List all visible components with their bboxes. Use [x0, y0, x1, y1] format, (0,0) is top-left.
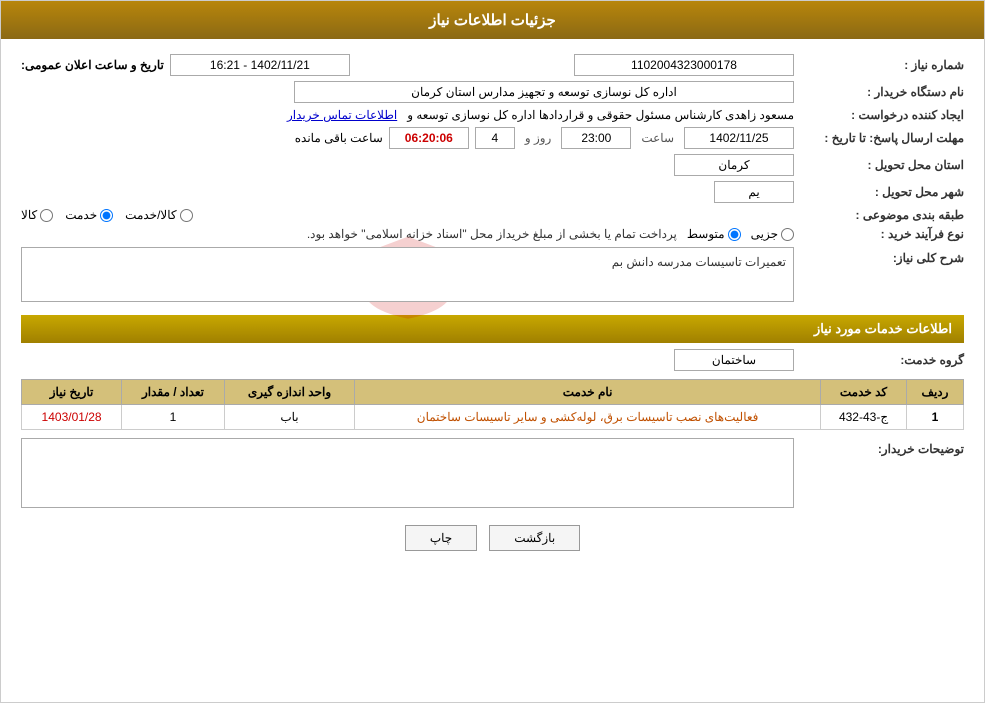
radio-khedmat-text: خدمت	[65, 208, 97, 222]
radio-kala-label[interactable]: کالا	[21, 208, 53, 222]
ostan-value-wrapper: کرمان	[21, 154, 794, 176]
radio-kala-khedmat[interactable]	[180, 209, 193, 222]
nooe-farayand-row: نوع فرآیند خرید : جزیی متوسط پرداخت تمام…	[21, 227, 964, 241]
nam-dastgah-row: نام دستگاه خریدار : اداره کل نوسازی توسع…	[21, 81, 964, 103]
section-khadamat-header: اطلاعات خدمات مورد نیاز	[21, 315, 964, 343]
cell-kod: ج-43-432	[821, 405, 907, 430]
sharh-content: Ana Tender تعمیرات تاسیسات مدرسه دانش بم	[21, 247, 794, 305]
radio-jazzi-text: جزیی	[751, 227, 778, 241]
mohlet-time: 23:00	[561, 127, 631, 149]
radio-khedmat-label[interactable]: خدمت	[65, 208, 113, 222]
announce-row: تاریخ و ساعت اعلان عمومی: 1402/11/21 - 1…	[21, 54, 388, 76]
ostan-row: استان محل تحویل : کرمان	[21, 154, 964, 176]
table-row: 1 ج-43-432 فعالیت‌های نصب تاسیسات برق، ل…	[22, 405, 964, 430]
sharh-value-overlay: تعمیرات تاسیسات مدرسه دانش بم	[612, 255, 786, 269]
grooh-value: ساختمان	[674, 349, 794, 371]
radio-khedmat[interactable]	[100, 209, 113, 222]
col-vahed: واحد اندازه گیری	[224, 380, 354, 405]
radio-motovaset[interactable]	[728, 228, 741, 241]
cell-tedad: 1	[122, 405, 225, 430]
col-radif: ردیف	[906, 380, 963, 405]
mohlet-rooz: 4	[475, 127, 515, 149]
tawzih-content	[21, 438, 794, 511]
shahr-label: شهر محل تحویل :	[794, 185, 964, 199]
col-tedad: تعداد / مقدار	[122, 380, 225, 405]
header-title: جزئیات اطلاعات نیاز	[429, 12, 556, 29]
tabaqe-label: طبقه بندی موضوعی :	[794, 208, 964, 222]
col-name: نام خدمت	[355, 380, 821, 405]
mohlet-row: مهلت ارسال پاسخ: تا تاریخ : 1402/11/25 س…	[21, 127, 964, 149]
button-row: بازگشت چاپ	[21, 525, 964, 551]
mohlet-date: 1402/11/25	[684, 127, 794, 149]
tabaqe-radios: کالا خدمت کالا/خدمت	[21, 208, 794, 222]
radio-kala-khedmat-text: کالا/خدمت	[125, 208, 176, 222]
tabaqe-row: طبقه بندی موضوعی : کالا خدمت کالا/خدمت	[21, 208, 964, 222]
ostan-value: کرمان	[674, 154, 794, 176]
tabaqe-radio-group: کالا خدمت کالا/خدمت	[21, 208, 794, 222]
ijad-konande-link[interactable]: اطلاعات تماس خریدار	[287, 108, 397, 122]
shomara-value: 1102004323000178	[574, 54, 794, 76]
ijad-konande-label: ایجاد کننده درخواست :	[794, 108, 964, 122]
ijad-konande-row: ایجاد کننده درخواست : مسعود زاهدی کارشنا…	[21, 108, 964, 122]
grooh-value-wrapper: ساختمان	[21, 349, 794, 371]
shomara-value-wrapper: 1102004323000178	[428, 54, 795, 76]
nam-dastgah-value: اداره کل نوسازی توسعه و تجهیز مدارس استا…	[294, 81, 794, 103]
main-content: شماره نیاز : 1102004323000178 تاریخ و سا…	[1, 39, 984, 576]
grooh-row: گروه خدمت: ساختمان	[21, 349, 964, 371]
shomara-row: شماره نیاز : 1102004323000178 تاریخ و سا…	[21, 54, 964, 76]
mohlet-rooz-label: روز و	[525, 131, 552, 145]
radio-kala-text: کالا	[21, 208, 37, 222]
page-container: جزئیات اطلاعات نیاز شماره نیاز : 1102004…	[0, 0, 985, 703]
tarikhe-elam-value: 1402/11/21 - 16:21	[170, 54, 350, 76]
tawzih-section: توضیحات خریدار:	[21, 438, 964, 511]
mohlet-value-wrapper: 1402/11/25 ساعت 23:00 روز و 4 06:20:06 س…	[21, 127, 794, 149]
nam-dastgah-value-wrapper: اداره کل نوسازی توسعه و تجهیز مدارس استا…	[21, 81, 794, 103]
mohlet-countdown: 06:20:06	[389, 127, 469, 149]
shahr-value: یم	[714, 181, 794, 203]
service-table: ردیف کد خدمت نام خدمت واحد اندازه گیری ت…	[21, 379, 964, 430]
tarikhe-elam-label: تاریخ و ساعت اعلان عمومی:	[21, 58, 164, 72]
radio-jazzi-label[interactable]: جزیی	[751, 227, 794, 241]
mohlet-remaining: ساعت باقی مانده	[295, 131, 383, 145]
ijad-konande-value-wrapper: مسعود زاهدی کارشناس مسئول حقوقی و قراردا…	[21, 108, 794, 122]
ijad-konande-value: مسعود زاهدی کارشناس مسئول حقوقی و قراردا…	[407, 108, 794, 122]
grooh-label: گروه خدمت:	[794, 353, 964, 367]
nam-dastgah-label: نام دستگاه خریدار :	[794, 85, 964, 99]
cell-radif: 1	[906, 405, 963, 430]
col-tarikh: تاریخ نیاز	[22, 380, 122, 405]
section-khadamat-title: اطلاعات خدمات مورد نیاز	[814, 321, 952, 336]
ostan-label: استان محل تحویل :	[794, 158, 964, 172]
shahr-row: شهر محل تحویل : یم	[21, 181, 964, 203]
nooe-farayand-label: نوع فرآیند خرید :	[794, 227, 964, 241]
sharh-section: شرح کلی نیاز: Ana Tender تعمیرات تاسیسات…	[21, 247, 964, 305]
radio-jazzi[interactable]	[781, 228, 794, 241]
print-button[interactable]: چاپ	[405, 525, 477, 551]
radio-motovaset-label[interactable]: متوسط	[687, 227, 741, 241]
col-kod: کد خدمت	[821, 380, 907, 405]
radio-motovaset-text: متوسط	[687, 227, 725, 241]
tawzih-textarea[interactable]	[21, 438, 794, 508]
cell-name: فعالیت‌های نصب تاسیسات برق، لوله‌کشی و س…	[355, 405, 821, 430]
back-button[interactable]: بازگشت	[489, 525, 580, 551]
mohlet-label: مهلت ارسال پاسخ: تا تاریخ :	[794, 131, 964, 145]
tawzih-label: توضیحات خریدار:	[794, 438, 964, 456]
cell-tarikh: 1403/01/28	[22, 405, 122, 430]
radio-kala-khedmat-label[interactable]: کالا/خدمت	[125, 208, 192, 222]
shomara-label: شماره نیاز :	[794, 58, 964, 72]
radio-kala[interactable]	[40, 209, 53, 222]
cell-vahed: باب	[224, 405, 354, 430]
page-header: جزئیات اطلاعات نیاز	[1, 1, 984, 39]
mohlet-saaat-label: ساعت	[641, 131, 674, 145]
sharh-label: شرح کلی نیاز:	[794, 247, 964, 265]
shahr-value-wrapper: یم	[21, 181, 794, 203]
